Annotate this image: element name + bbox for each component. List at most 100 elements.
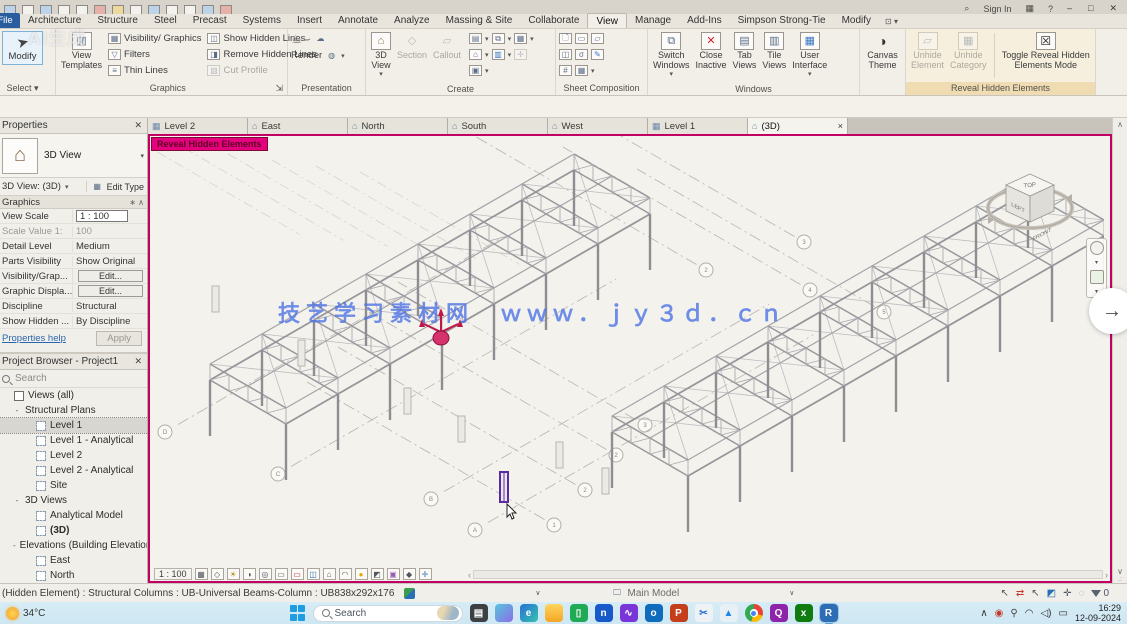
snipping-app[interactable]: ✂ [695, 604, 713, 622]
browser-node-views-all-[interactable]: Views (all) [0, 388, 148, 403]
browser-node-elevations-building-elevation-[interactable]: -Elevations (Building Elevation) [0, 538, 148, 553]
background-processes-icon[interactable]: ◌ [1078, 588, 1084, 599]
steering-wheel-icon[interactable] [1090, 241, 1104, 255]
scroll-up-icon[interactable]: ∧ [1117, 120, 1123, 129]
ribbon-display-toggle[interactable]: ⊡ ▾ [879, 17, 904, 28]
guide-grid-icon[interactable]: ◫ [559, 49, 572, 60]
horizontal-scrollbar[interactable]: ‹ › [468, 568, 1108, 581]
design-options-dropdown[interactable]: 🖵 Main Model [611, 588, 680, 599]
vertical-scrollbar[interactable]: ∧ ∨ .: [1112, 118, 1127, 583]
property-value[interactable]: Medium [72, 241, 148, 252]
view-tab-east[interactable]: ⌂East [248, 118, 348, 134]
view-tab-close-icon[interactable]: × [838, 121, 843, 131]
temporary-hide-icon[interactable]: ◠ [339, 568, 352, 580]
graphics-dialog-launcher-icon[interactable]: ⇲ [275, 82, 283, 95]
chrome-app[interactable] [745, 604, 763, 622]
weather-widget[interactable]: 34°C [0, 607, 150, 620]
sun-settings-icon[interactable]: ◎ [259, 568, 272, 580]
volume-icon[interactable]: ◁) [1040, 608, 1051, 619]
ribbon-tab-view[interactable]: View [587, 13, 627, 28]
onenote-app[interactable]: n [595, 604, 613, 622]
view-tab-north[interactable]: ⌂North [348, 118, 448, 134]
edit-button[interactable]: Edit... [78, 285, 143, 297]
ribbon-tab-modify[interactable]: Modify [834, 13, 879, 28]
property-value[interactable]: Edit... [72, 284, 148, 298]
worksets-dropdown[interactable]: ∨ [535, 589, 540, 597]
browser-node-structural-plans[interactable]: -Structural Plans [0, 403, 148, 418]
file-tab[interactable]: File [0, 13, 20, 28]
temporary-view-icon[interactable]: ▣ [387, 568, 400, 580]
toggle-reveal-hidden-button[interactable]: ☒ Toggle Reveal Hidden Elements Mode [1000, 31, 1092, 71]
schedules-icon[interactable]: ▥ [492, 49, 505, 60]
sun-path-icon[interactable]: ☀ [227, 568, 240, 580]
callout-button[interactable]: ▱ Callout [431, 31, 463, 61]
hidden-column-ghost[interactable] [298, 340, 305, 366]
edit-type-button[interactable]: ▦Edit Type [86, 181, 144, 192]
close-button[interactable]: ✕ [1109, 3, 1117, 14]
view-tab-west[interactable]: ⌂West [548, 118, 648, 134]
visual-style-icon[interactable]: ▦ [195, 568, 208, 580]
user-interface-button[interactable]: ▦User Interface▾ [790, 31, 829, 81]
scale-control[interactable]: 1 : 100 [154, 568, 192, 580]
start-button[interactable] [290, 605, 306, 621]
type-selector[interactable]: ⌂ 3D View ▾ [0, 134, 148, 178]
browser-node--3d-[interactable]: (3D) [0, 523, 148, 538]
scroll-down-icon[interactable]: ∨ [1117, 567, 1123, 576]
matchline-icon[interactable]: σ [575, 49, 588, 60]
canvas-theme-button[interactable]: ◑ Canvas Theme [865, 31, 900, 71]
drag-on-selection-icon[interactable]: ✛ [1063, 588, 1071, 599]
instance-selector[interactable]: 3D View: (3D) [2, 181, 61, 192]
zoom-tool-icon[interactable] [1090, 270, 1104, 284]
revisions-icon[interactable]: ▱ [591, 33, 604, 44]
hidden-column-ghost[interactable] [404, 388, 411, 414]
property-value[interactable]: 100 [72, 226, 148, 237]
video-next-button[interactable]: → [1089, 288, 1127, 334]
app-store-icon[interactable]: ▦ [1025, 3, 1034, 14]
close-inactive-button[interactable]: ✕Close Inactive [694, 31, 729, 71]
ribbon-tab-manage[interactable]: Manage [627, 13, 679, 28]
analytical-model-icon[interactable]: ◆ [403, 568, 416, 580]
hidden-column-ghost[interactable] [556, 442, 563, 468]
type-selector-chevron-icon[interactable]: ▾ [140, 152, 144, 160]
property-value[interactable]: Structural [72, 301, 148, 312]
sign-in-button[interactable]: Sign In [983, 4, 1011, 14]
view-tab-level-2[interactable]: ▦Level 2 [148, 118, 248, 134]
scroll-left-icon[interactable]: ‹ [468, 570, 471, 580]
copilot-app[interactable] [495, 604, 513, 622]
scroll-right-icon[interactable]: › [1105, 570, 1108, 580]
browser-node-3d-views[interactable]: -3D Views [0, 493, 148, 508]
viewport-3d[interactable]: Reveal Hidden Elements 32453221ABCD 技艺学习… [148, 134, 1112, 583]
search-help-icon[interactable]: ⌕ [964, 3, 969, 14]
browser-node-east[interactable]: East [0, 553, 148, 568]
crop-region-icon[interactable]: ▭ [291, 568, 304, 580]
browser-node-level-1-analytical[interactable]: Level 1 - Analytical [0, 433, 148, 448]
properties-close-icon[interactable]: ✕ [134, 120, 144, 131]
browser-node-analytical-model[interactable]: Analytical Model [0, 508, 148, 523]
file-explorer-app[interactable] [545, 604, 563, 622]
taskbar-search-input[interactable]: Search [313, 605, 463, 622]
widgets-app[interactable]: ▤ [470, 604, 488, 622]
graphics-section-header[interactable]: Graphics∗ ∧ [0, 196, 148, 209]
select-links-icon[interactable]: ↖ [1000, 588, 1008, 599]
project-browser-close-icon[interactable]: ✕ [134, 356, 144, 367]
outlook-app[interactable]: o [645, 604, 663, 622]
plan-views-icon[interactable]: ▤ [469, 33, 482, 44]
revit-app[interactable]: R [820, 604, 838, 622]
thin-lines-button[interactable]: ≡Thin Lines [108, 63, 201, 78]
duplicate-view-icon[interactable]: ⧉ [492, 33, 505, 44]
visibility-graphics-button[interactable]: ▦Visibility/ Graphics [108, 31, 201, 46]
elevation-icon[interactable]: ⌂ [469, 49, 482, 60]
hidden-column-ghost[interactable] [212, 286, 219, 312]
select-panel-label[interactable]: Select ▾ [0, 82, 55, 95]
view-cube[interactable]: TOPLEFTFRONT [978, 164, 1088, 244]
lock-view-icon[interactable]: ⌂ [323, 568, 336, 580]
tab-views-button[interactable]: ▤Tab Views [731, 31, 759, 71]
drafting-view-icon[interactable]: ▣ [469, 65, 482, 76]
render-teapot-icon[interactable]: ☕︎⌣ [291, 30, 311, 48]
shadows-icon[interactable]: ◑ [243, 568, 256, 580]
select-by-face-icon[interactable]: ◩ [1047, 588, 1056, 599]
view-tab--3d-[interactable]: ⌂(3D)× [748, 118, 848, 134]
3d-view-button[interactable]: ⌂ 3D View▾ [369, 31, 393, 81]
view-tab-level-1[interactable]: ▦Level 1 [648, 118, 748, 134]
taskbar-clock[interactable]: 16:29 12-09-2024 [1075, 603, 1121, 623]
